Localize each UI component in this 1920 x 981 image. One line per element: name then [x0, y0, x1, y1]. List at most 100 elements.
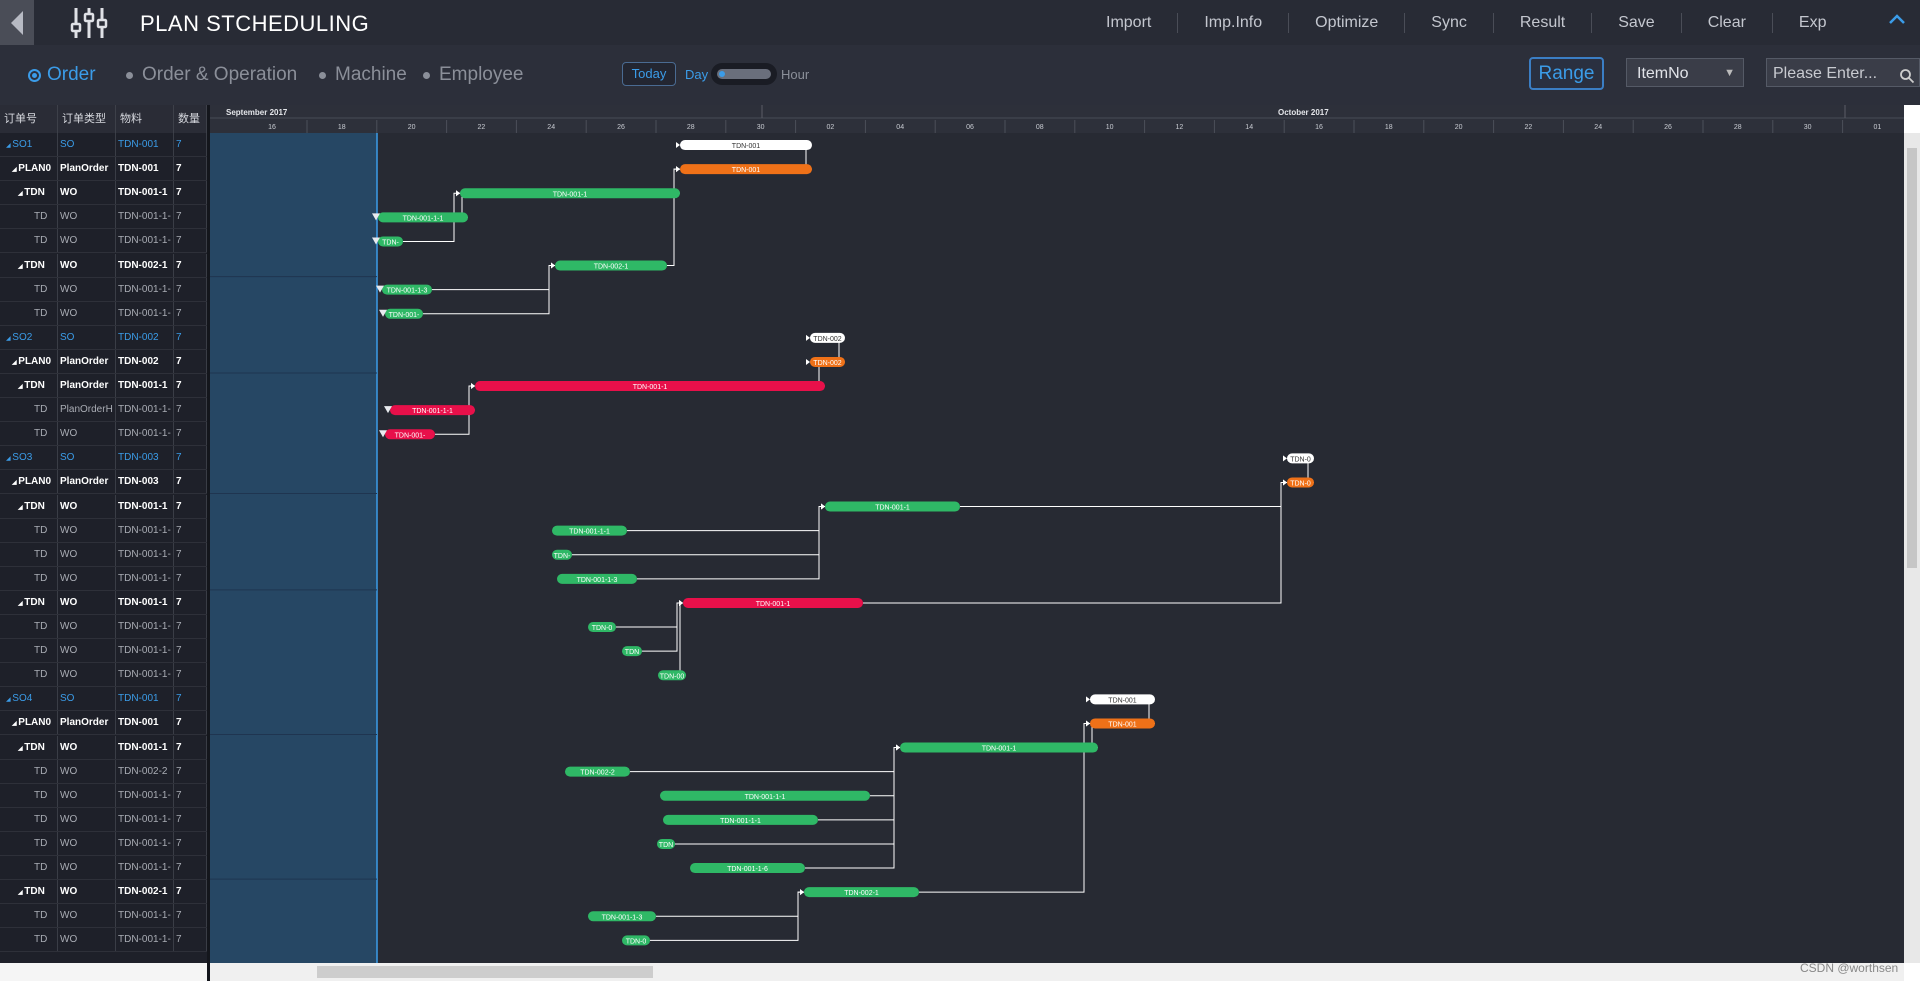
menu-result[interactable]: Result [1492, 12, 1591, 33]
table-row[interactable]: TD WO TDN-001-1- 7 [0, 301, 207, 326]
col-header-order-type[interactable]: 订单类型 [58, 105, 116, 133]
table-row[interactable]: TD WO TDN-001-1- 7 [0, 229, 207, 254]
vertical-scrollbar[interactable] [1904, 133, 1920, 963]
table-row[interactable]: TD WO TDN-002-2 7 [0, 759, 207, 784]
table-row[interactable]: ◢ TDN WO TDN-001-1 7 [0, 181, 207, 206]
table-cell: TD [0, 759, 58, 783]
link-arrow [551, 262, 555, 269]
table-row[interactable]: ◢ SO2 SO TDN-002 7 [0, 325, 207, 350]
table-cell: PlanOrder [58, 374, 116, 397]
day-tick-label: 28 [687, 124, 695, 131]
view-radio-order[interactable]: Order [28, 64, 96, 86]
table-row[interactable]: TD WO TDN-001-1- 7 [0, 928, 207, 953]
table-cell: TDN-001-1- [116, 856, 174, 879]
horizontal-scroll-thumb[interactable] [317, 966, 653, 978]
table-row[interactable]: ◢ TDN WO TDN-002-1 7 [0, 880, 207, 905]
table-cell: TDN-002-2 [116, 759, 174, 783]
table-cell: 7 [174, 759, 207, 783]
table-row[interactable]: ◢ PLAN0 PlanOrder TDN-001 7 [0, 711, 207, 736]
expand-triangle-icon[interactable]: ◢ [6, 456, 12, 462]
table-row[interactable]: ◢ PLAN0 PlanOrder TDN-003 7 [0, 470, 207, 495]
horizontal-scrollbar[interactable] [210, 963, 1904, 981]
table-row[interactable]: ◢ TDN WO TDN-001-1 7 [0, 590, 207, 615]
expand-triangle-icon[interactable]: ◢ [18, 746, 24, 752]
table-row[interactable]: TD WO TDN-001-1- 7 [0, 639, 207, 664]
today-button[interactable]: Today [622, 62, 676, 86]
table-row[interactable]: TD WO TDN-001-1- 7 [0, 831, 207, 856]
view-radio-machine[interactable]: Machine [319, 64, 407, 86]
search-icon[interactable] [1899, 65, 1915, 94]
col-header-material[interactable]: 物料 [116, 105, 174, 133]
table-row[interactable]: TD WO TDN-001-1- 7 [0, 518, 207, 543]
table-row[interactable]: TD WO TDN-001-1- 7 [0, 205, 207, 230]
expand-triangle-icon[interactable]: ◢ [12, 360, 18, 366]
collapse-chevron-up-icon[interactable] [1888, 12, 1906, 31]
table-row[interactable]: TD PlanOrderH TDN-001-1- 7 [0, 398, 207, 423]
table-row[interactable]: TD WO TDN-001-1- 7 [0, 856, 207, 880]
table-row[interactable]: ◢ PLAN0 PlanOrder TDN-002 7 [0, 349, 207, 374]
task-label: TDN- [382, 239, 399, 246]
day-hour-toggle[interactable] [711, 63, 777, 85]
col-header-order-no[interactable]: 订单号 [0, 105, 58, 133]
search-input[interactable]: Please Enter... [1766, 58, 1920, 87]
table-cell: 7 [174, 711, 207, 735]
field-select[interactable]: ItemNo ▼ [1626, 58, 1744, 87]
table-row[interactable]: ◢ PLAN0 PlanOrder TDN-001 7 [0, 157, 207, 182]
menu-save[interactable]: Save [1591, 12, 1680, 33]
expand-triangle-icon[interactable]: ◢ [18, 601, 24, 607]
table-cell: TD [0, 663, 58, 687]
expand-triangle-icon[interactable]: ◢ [12, 480, 18, 486]
expand-triangle-icon[interactable]: ◢ [18, 191, 24, 197]
table-row[interactable]: TD WO TDN-001-1- 7 [0, 615, 207, 639]
expand-triangle-icon[interactable]: ◢ [12, 721, 18, 727]
link-arrow [896, 744, 900, 751]
expand-triangle-icon[interactable]: ◢ [12, 167, 18, 173]
link-arrow [456, 190, 460, 197]
day-tick-label: 30 [757, 124, 765, 131]
menu-exp[interactable]: Exp [1771, 12, 1853, 33]
expand-triangle-icon[interactable]: ◢ [6, 697, 12, 703]
table-row[interactable]: ◢ SO1 SO TDN-001 7 [0, 133, 207, 157]
day-tick-label: 26 [1664, 124, 1672, 131]
link-arrow [1086, 696, 1090, 703]
table-row[interactable]: ◢ TDN WO TDN-001-1 7 [0, 735, 207, 760]
view-radio-employee[interactable]: Employee [423, 64, 524, 86]
table-row[interactable]: TD WO TDN-001-1- 7 [0, 542, 207, 567]
expand-triangle-icon[interactable]: ◢ [18, 264, 24, 270]
range-button[interactable]: Range [1529, 57, 1604, 90]
table-cell: TDN-001-1 [116, 181, 174, 205]
menu-sync[interactable]: Sync [1404, 12, 1493, 33]
back-button[interactable] [0, 0, 34, 45]
table-cell: ◢ PLAN0 [0, 349, 58, 373]
table-row[interactable]: TD WO TDN-001-1- 7 [0, 277, 207, 302]
table-row[interactable]: ◢ TDN PlanOrder TDN-001-1 7 [0, 374, 207, 398]
expand-triangle-icon[interactable]: ◢ [18, 384, 24, 390]
view-radio-order-operation[interactable]: Order & Operation [126, 64, 297, 86]
table-cell: WO [58, 639, 116, 663]
table-row[interactable]: ◢ TDN WO TDN-002-1 7 [0, 253, 207, 278]
table-row[interactable]: TD WO TDN-001-1- 7 [0, 422, 207, 447]
table-row[interactable]: TD WO TDN-001-1- 7 [0, 904, 207, 929]
expand-triangle-icon[interactable]: ◢ [18, 890, 24, 896]
expand-triangle-icon[interactable]: ◢ [6, 336, 12, 342]
table-row[interactable]: ◢ TDN WO TDN-001-1 7 [0, 494, 207, 519]
table-row[interactable]: TD WO TDN-001-1- 7 [0, 663, 207, 688]
table-cell: WO [58, 253, 116, 277]
table-cell: ◢ PLAN0 [0, 157, 58, 181]
expand-triangle-icon[interactable]: ◢ [18, 505, 24, 511]
table-row[interactable]: TD WO TDN-001-1- 7 [0, 783, 207, 808]
col-header-quantity[interactable]: 数量 [174, 105, 207, 133]
table-horizontal-scrollbar[interactable] [0, 963, 207, 981]
table-row[interactable]: TD WO TDN-001-1- 7 [0, 807, 207, 832]
day-tick-label: 06 [966, 124, 974, 131]
table-row[interactable]: ◢ SO3 SO TDN-003 7 [0, 446, 207, 471]
menu-import[interactable]: Import [1080, 13, 1177, 33]
menu-imp-info[interactable]: Imp.Info [1177, 12, 1288, 33]
table-row[interactable]: ◢ SO4 SO TDN-001 7 [0, 687, 207, 712]
table-row[interactable]: TD WO TDN-001-1- 7 [0, 566, 207, 591]
menu-optimize[interactable]: Optimize [1288, 12, 1404, 33]
menu-clear[interactable]: Clear [1680, 12, 1772, 33]
expand-triangle-icon[interactable]: ◢ [6, 143, 12, 149]
vertical-scroll-thumb[interactable] [1907, 148, 1917, 568]
table-cell: TD [0, 229, 58, 253]
